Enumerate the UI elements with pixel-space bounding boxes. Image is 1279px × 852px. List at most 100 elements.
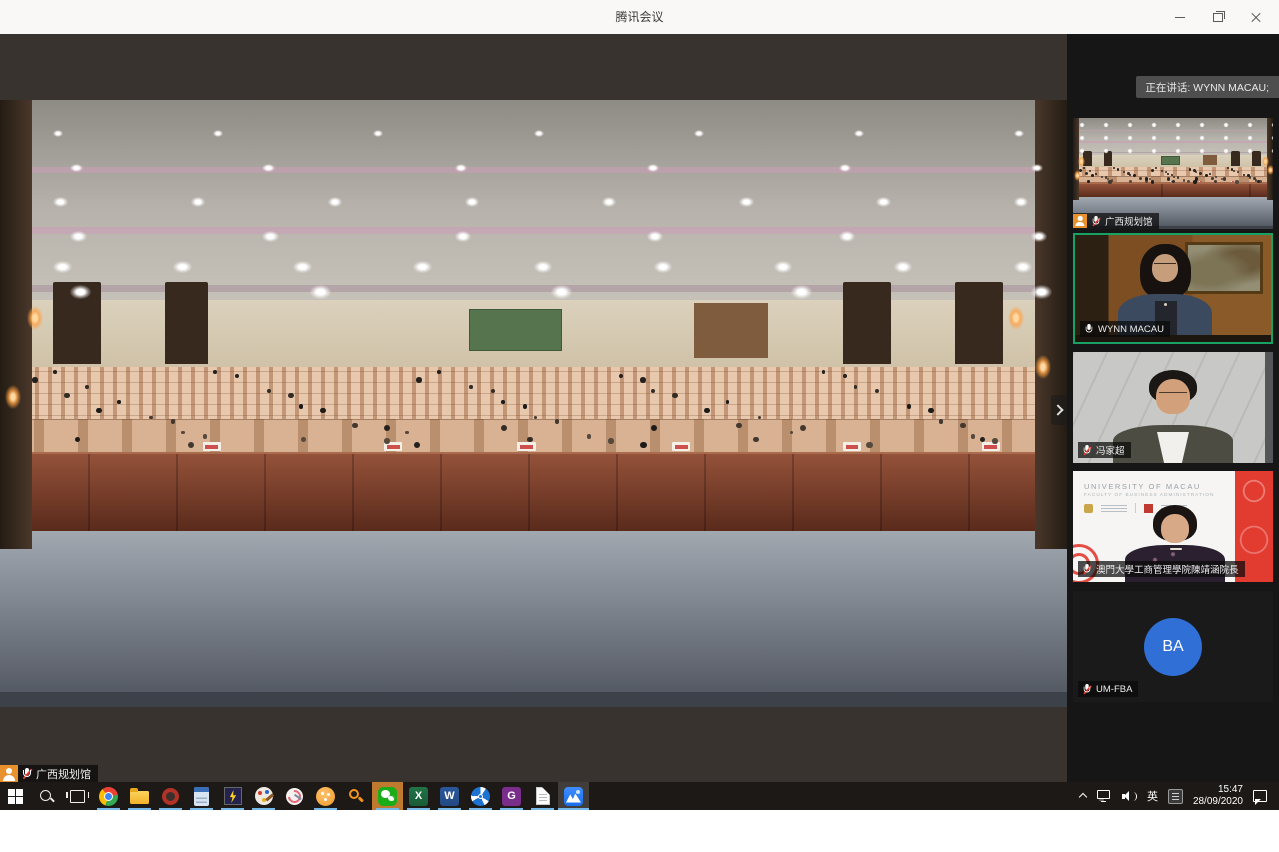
scene-layer <box>1104 151 1112 166</box>
audience-head <box>1173 176 1175 178</box>
ceiling-light <box>53 197 67 207</box>
front-row-head <box>1108 180 1112 184</box>
taskbar-clock[interactable]: 15:47 28/09/2020 <box>1193 784 1243 809</box>
audience-head <box>469 385 473 389</box>
audience-head <box>384 438 390 444</box>
scene-layer <box>0 531 1067 707</box>
scene-layer <box>843 282 891 364</box>
audience-head <box>320 408 326 414</box>
minimize-button[interactable] <box>1161 0 1199 34</box>
ceiling-light <box>1014 197 1028 207</box>
audience-head <box>928 408 934 414</box>
scene-layer <box>0 285 1067 292</box>
audience-head <box>1215 176 1217 178</box>
volume-icon[interactable] <box>1122 790 1137 803</box>
lightning-app-taskbar-button[interactable] <box>217 782 248 810</box>
word-taskbar-button[interactable]: W <box>434 782 465 810</box>
ceiling-light <box>739 197 753 207</box>
desk-placard <box>982 442 1000 451</box>
red-ring-app-icon <box>162 788 179 805</box>
participant-thumbnail-3[interactable]: 冯家超 <box>1073 352 1273 463</box>
front-row-head <box>1172 180 1175 183</box>
front-row-head <box>1257 180 1260 183</box>
vip-head <box>1195 177 1198 180</box>
ceiling-light <box>647 231 664 242</box>
audience-head <box>96 408 102 414</box>
ime-mode-icon[interactable] <box>1168 789 1183 804</box>
start-button-taskbar-button[interactable] <box>0 782 31 810</box>
calculator-taskbar-button[interactable] <box>186 782 217 810</box>
scene-layer <box>1203 155 1217 165</box>
desk-placard <box>384 442 402 451</box>
close-button[interactable] <box>1237 0 1275 34</box>
participant-thumbnail-5[interactable]: BAUM-FBA <box>1073 591 1273 702</box>
participant-thumbnail-2[interactable]: WYNN MACAU <box>1073 233 1273 344</box>
scene-layer <box>1231 151 1240 166</box>
scene-layer <box>955 282 1003 364</box>
network-icon[interactable] <box>1097 790 1112 802</box>
scene-layer <box>165 282 208 364</box>
pink-app-taskbar-button[interactable] <box>279 782 310 810</box>
slide-title: UNIVERSITY OF MACAU <box>1084 482 1201 491</box>
search-taskbar-button[interactable] <box>31 782 62 810</box>
audience-head <box>907 404 912 409</box>
participant-thumbnail-4[interactable]: UNIVERSITY OF MACAUFACULTY OF BUSINESS A… <box>1073 471 1273 582</box>
audience-head <box>213 370 217 374</box>
orange-search-app-icon <box>348 788 365 805</box>
hidden-icons-chevron[interactable] <box>1079 792 1087 800</box>
meeting-app-body: 广西规划馆 正在讲话: WYNN MACAU; 广西规划馆WYNN MACAU冯… <box>0 34 1279 782</box>
clock-time: 15:47 <box>1193 784 1243 797</box>
purple-g-app-taskbar-button[interactable]: G <box>496 782 527 810</box>
blue-fan-app-taskbar-button[interactable] <box>465 782 496 810</box>
main-video-auditorium[interactable] <box>0 100 1067 707</box>
audience-head <box>992 438 998 444</box>
main-room-name: 广西规划馆 <box>36 766 91 782</box>
front-row-head <box>1235 180 1239 184</box>
ceiling-light <box>455 164 467 172</box>
restore-icon <box>1213 13 1223 22</box>
mic-muted-icon <box>1092 215 1101 226</box>
paint-taskbar-button[interactable] <box>248 782 279 810</box>
front-row-head <box>1151 180 1155 184</box>
auditorium-scene <box>0 100 1067 707</box>
vip-head <box>1223 177 1226 180</box>
calculator-icon <box>194 787 209 806</box>
participant-thumbnail-1[interactable]: 广西规划馆 <box>1073 118 1273 229</box>
collapse-sidebar-button[interactable] <box>1051 395 1067 425</box>
ceiling-light <box>1031 231 1048 242</box>
restore-button[interactable] <box>1199 0 1237 34</box>
ceiling-light <box>1031 285 1052 299</box>
ime-language-badge[interactable]: 英 <box>1147 788 1158 804</box>
windows-taskbar: XW G 英 15:47 28/09/2020 <box>0 782 1279 810</box>
wechat-taskbar-button[interactable] <box>372 782 403 810</box>
audience-head <box>726 400 730 404</box>
chrome-taskbar-button[interactable] <box>93 782 124 810</box>
audience-head <box>1127 172 1130 175</box>
notepad-taskbar-button[interactable] <box>527 782 558 810</box>
orange-circle-app-taskbar-button[interactable] <box>310 782 341 810</box>
window-title: 腾讯会议 <box>0 0 1279 34</box>
main-video-name-label: 广西规划馆 <box>0 765 98 782</box>
close-icon <box>1251 12 1261 22</box>
scene-layer <box>0 452 1067 531</box>
action-center-icon[interactable] <box>1253 790 1267 802</box>
excel-icon: X <box>409 787 428 806</box>
desk-placard <box>672 442 690 451</box>
excel-taskbar-button[interactable]: X <box>403 782 434 810</box>
red-ring-app-taskbar-button[interactable] <box>155 782 186 810</box>
file-explorer-taskbar-button[interactable] <box>124 782 155 810</box>
start-button <box>8 789 23 804</box>
ceiling-light <box>534 130 544 137</box>
vip-head <box>1167 177 1170 180</box>
participant-name-label: UM-FBA <box>1078 681 1138 697</box>
orange-search-app-taskbar-button[interactable] <box>341 782 372 810</box>
mic-muted-icon <box>22 768 32 781</box>
tencent-meeting-taskbar-button[interactable] <box>558 782 589 810</box>
vip-head <box>384 425 390 431</box>
task-view-taskbar-button[interactable] <box>62 782 93 810</box>
participant-name: 冯家超 <box>1096 443 1125 457</box>
pink-app-icon <box>286 788 303 805</box>
vip-head <box>651 425 657 431</box>
ceiling-light <box>465 197 479 207</box>
wall-lamp-glow <box>1035 355 1051 379</box>
